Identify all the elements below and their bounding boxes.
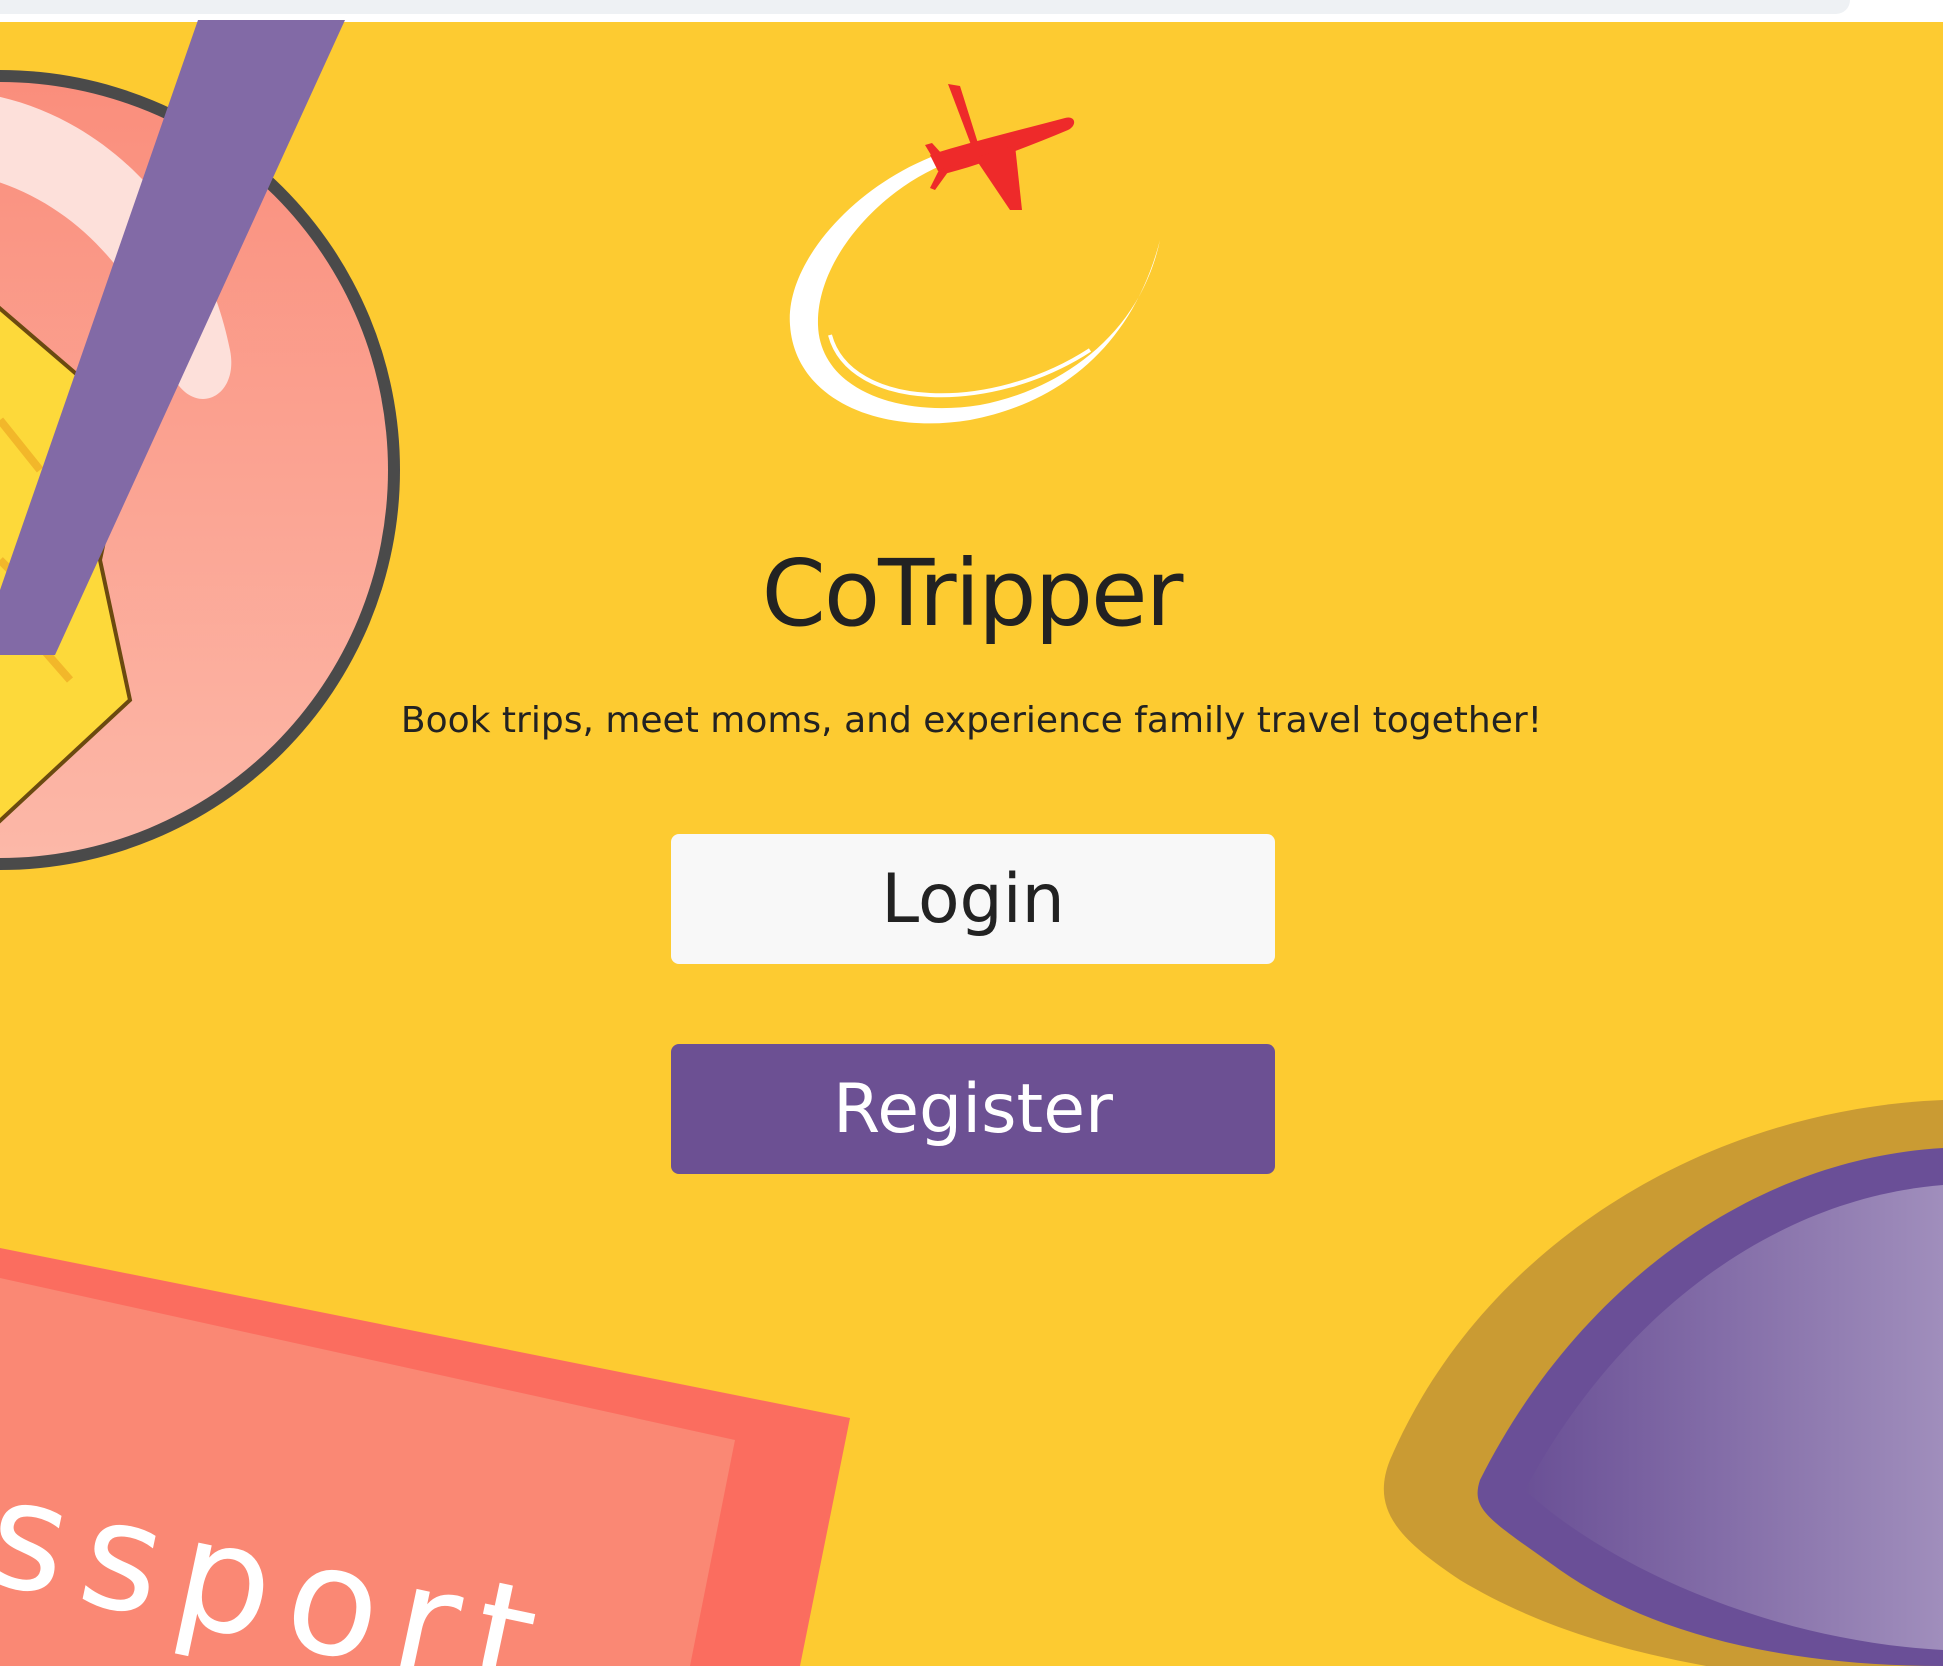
sunglasses-illustration [1383, 1100, 1943, 1666]
app-title: CoTripper [761, 540, 1184, 647]
login-button[interactable]: Login [671, 834, 1275, 964]
passport-illustration: ssport [0, 1248, 850, 1666]
airplane-swoosh-icon [789, 84, 1160, 424]
landing-page: ssport CoTripper Book trips, meet moms, … [0, 0, 1943, 1666]
drink-illustration [0, 20, 400, 870]
register-button[interactable]: Register [671, 1044, 1275, 1174]
app-tagline: Book trips, meet moms, and experience fa… [400, 700, 1543, 741]
register-button-label: Register [833, 1069, 1113, 1149]
login-button-label: Login [881, 859, 1065, 939]
